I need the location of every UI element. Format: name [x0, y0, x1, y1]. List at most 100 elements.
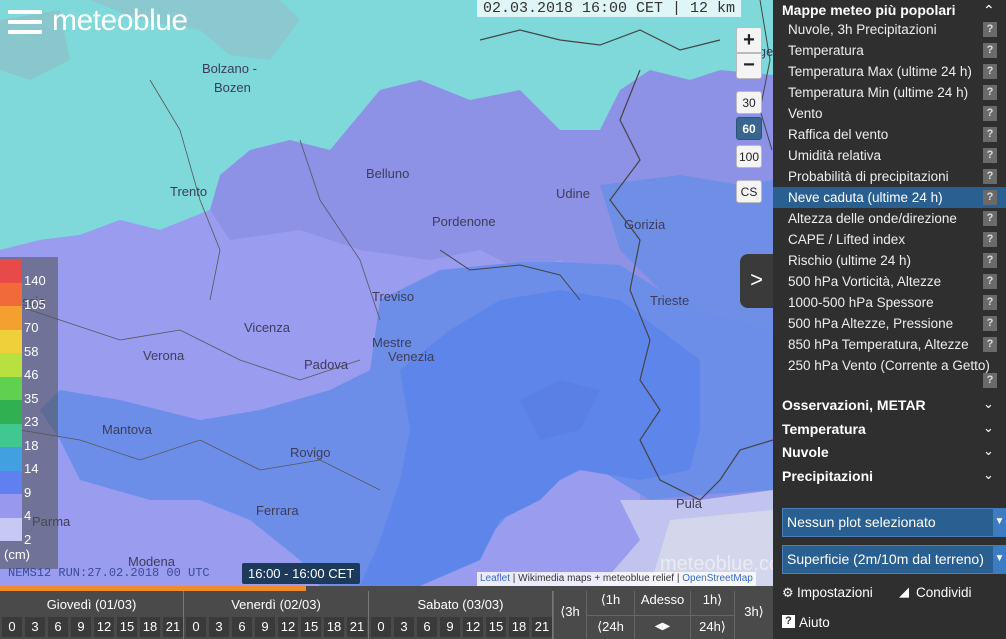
- help-icon[interactable]: ?: [983, 190, 997, 205]
- sidebar-header[interactable]: Mappe meteo più popolari: [782, 2, 955, 18]
- map-type-item[interactable]: Rischio (ultime 24 h)?: [773, 250, 1006, 271]
- hour-button[interactable]: 9: [255, 617, 275, 637]
- map-type-item[interactable]: Temperatura Max (ultime 24 h)?: [773, 61, 1006, 82]
- resolution-30-button[interactable]: 30: [736, 91, 762, 114]
- leaflet-link[interactable]: Leaflet: [480, 573, 510, 584]
- section-observations[interactable]: Osservazioni, METAR: [782, 397, 926, 413]
- help-icon[interactable]: ?: [983, 85, 997, 100]
- hour-button[interactable]: 12: [278, 617, 298, 637]
- help-icon[interactable]: ?: [983, 106, 997, 121]
- meteoblue-logo[interactable]: meteoblue: [52, 4, 188, 38]
- help-icon[interactable]: ?: [782, 615, 795, 628]
- chevron-down-icon[interactable]: ⌄: [983, 396, 994, 412]
- help-icon[interactable]: ?: [983, 295, 997, 310]
- map-type-item[interactable]: Umidità relativa?: [773, 145, 1006, 166]
- day-label[interactable]: Venerdì (02/03): [184, 597, 368, 612]
- zoom-out-button[interactable]: −: [736, 53, 762, 79]
- hour-button[interactable]: 12: [94, 617, 114, 637]
- gear-icon[interactable]: ⚙: [782, 585, 794, 601]
- back-24h-button[interactable]: ⟨24h: [586, 615, 634, 639]
- help-icon[interactable]: ?: [983, 127, 997, 142]
- hour-button[interactable]: 15: [117, 617, 137, 637]
- hour-button[interactable]: 9: [71, 617, 91, 637]
- hour-button[interactable]: 15: [486, 617, 506, 637]
- hour-button[interactable]: 21: [532, 617, 552, 637]
- map-type-item[interactable]: 500 hPa Altezze, Pressione?: [773, 313, 1006, 334]
- help-icon[interactable]: ?: [983, 253, 997, 268]
- map-type-item[interactable]: Temperatura?: [773, 40, 1006, 61]
- hour-button[interactable]: 15: [301, 617, 321, 637]
- map-type-item[interactable]: Neve caduta (ultime 24 h)?: [773, 187, 1006, 208]
- help-button[interactable]: Aiuto: [799, 615, 830, 630]
- help-icon[interactable]: ?: [983, 169, 997, 184]
- share-icon[interactable]: ◢: [899, 584, 909, 600]
- hour-button[interactable]: 3: [209, 617, 229, 637]
- plot-select[interactable]: Nessun plot selezionato ▼: [782, 508, 1006, 537]
- help-icon[interactable]: ?: [983, 274, 997, 289]
- chevron-down-icon[interactable]: ⌄: [983, 443, 994, 459]
- weather-map[interactable]: Bolzano -BozenKlageTrentoBellunoUdinePor…: [0, 0, 773, 586]
- now-button[interactable]: Adesso: [634, 591, 690, 615]
- chevron-down-icon[interactable]: ⌄: [983, 420, 994, 436]
- map-type-item[interactable]: Vento?: [773, 103, 1006, 124]
- hour-button[interactable]: 0: [186, 617, 206, 637]
- forward-3h-button[interactable]: 3h⟩: [734, 591, 773, 639]
- forward-24h-button[interactable]: 24h⟩: [690, 615, 734, 639]
- timeline-day: Venerdì (02/03) 0 3 6 9 12 15 18 21: [184, 591, 369, 639]
- map-type-item[interactable]: Raffica del vento?: [773, 124, 1006, 145]
- legend-unit: (cm): [4, 547, 30, 562]
- hour-button[interactable]: 0: [371, 617, 391, 637]
- section-precipitation[interactable]: Precipitazioni: [782, 468, 873, 484]
- back-1h-button[interactable]: ⟨1h: [586, 591, 634, 615]
- help-icon[interactable]: ?: [983, 43, 997, 58]
- map-type-item[interactable]: 1000-500 hPa Spessore?: [773, 292, 1006, 313]
- level-select[interactable]: Superficie (2m/10m dal terreno) ▼: [782, 545, 1006, 574]
- map-type-item[interactable]: CAPE / Lifted index?: [773, 229, 1006, 250]
- hour-button[interactable]: 18: [509, 617, 529, 637]
- hour-button[interactable]: 18: [324, 617, 344, 637]
- settings-button[interactable]: Impostazioni: [797, 585, 873, 600]
- map-type-item[interactable]: Altezza delle onde/direzione?: [773, 208, 1006, 229]
- chevron-down-icon[interactable]: ⌄: [983, 467, 994, 483]
- play-arrows-icon[interactable]: ◀▶: [634, 615, 690, 639]
- chevron-up-icon[interactable]: ⌃: [983, 2, 995, 19]
- map-type-item[interactable]: Temperatura Min (ultime 24 h)?: [773, 82, 1006, 103]
- hour-button[interactable]: 21: [163, 617, 183, 637]
- hour-button[interactable]: 6: [48, 617, 68, 637]
- menu-icon[interactable]: [8, 10, 42, 38]
- section-clouds[interactable]: Nuvole: [782, 444, 829, 460]
- forward-1h-button[interactable]: 1h⟩: [690, 591, 734, 615]
- help-icon[interactable]: ?: [983, 64, 997, 79]
- hour-button[interactable]: 3: [25, 617, 45, 637]
- day-label[interactable]: Giovedì (01/03): [0, 597, 183, 612]
- help-icon[interactable]: ?: [983, 337, 997, 352]
- hour-button[interactable]: 12: [463, 617, 483, 637]
- hour-button[interactable]: 6: [232, 617, 252, 637]
- day-label[interactable]: Sabato (03/03): [369, 597, 552, 612]
- hour-button[interactable]: 18: [140, 617, 160, 637]
- help-icon[interactable]: ?: [983, 148, 997, 163]
- map-type-item[interactable]: 500 hPa Vorticità, Altezze?: [773, 271, 1006, 292]
- map-type-item[interactable]: Probabilità di precipitazioni?: [773, 166, 1006, 187]
- hour-button[interactable]: 3: [394, 617, 414, 637]
- hour-button[interactable]: 9: [440, 617, 460, 637]
- map-type-item[interactable]: 850 hPa Temperatura, Altezze?: [773, 334, 1006, 355]
- map-type-item[interactable]: Nuvole, 3h Precipitazioni?: [773, 19, 1006, 40]
- share-button[interactable]: Condividi: [916, 585, 972, 600]
- expand-sidebar-icon[interactable]: >: [740, 254, 773, 308]
- help-icon[interactable]: ?: [983, 316, 997, 331]
- hour-button[interactable]: 21: [347, 617, 367, 637]
- hour-button[interactable]: 6: [417, 617, 437, 637]
- help-icon[interactable]: ?: [983, 22, 997, 37]
- help-icon[interactable]: ?: [983, 373, 997, 388]
- resolution-cs-button[interactable]: CS: [736, 180, 762, 203]
- help-icon[interactable]: ?: [983, 232, 997, 247]
- zoom-in-button[interactable]: +: [736, 27, 762, 53]
- resolution-60-button[interactable]: 60: [736, 117, 762, 140]
- resolution-100-button[interactable]: 100: [736, 145, 762, 168]
- back-3h-button[interactable]: ⟨3h: [553, 591, 586, 639]
- section-temperature[interactable]: Temperatura: [782, 421, 866, 437]
- help-icon[interactable]: ?: [983, 211, 997, 226]
- hour-button[interactable]: 0: [2, 617, 22, 637]
- osm-link[interactable]: OpenStreetMap: [682, 573, 753, 584]
